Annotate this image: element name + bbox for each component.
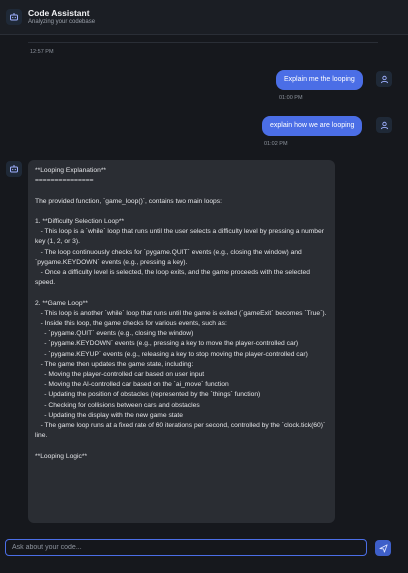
user-avatar-icon <box>376 71 392 87</box>
chat-header: Code Assistant Analyzing your codebase <box>0 0 408 35</box>
prev-timestamp: 12:57 PM <box>30 49 54 55</box>
send-button[interactable] <box>375 540 391 556</box>
user-avatar-icon <box>376 117 392 133</box>
user-message-2-timestamp: 01:02 PM <box>264 141 288 147</box>
user-message-1: Explain me the looping <box>276 70 363 90</box>
user-message-2: explain how we are looping <box>262 116 363 136</box>
app-subtitle: Analyzing your codebase <box>28 19 96 25</box>
assistant-message-text: **Looping Explanation** =============== … <box>35 167 327 460</box>
assistant-message: **Looping Explanation** =============== … <box>28 160 335 523</box>
bot-icon <box>6 9 22 25</box>
app-title: Code Assistant <box>28 8 90 18</box>
previous-message-edge <box>28 42 378 43</box>
user-message-1-timestamp: 01:00 PM <box>279 95 303 101</box>
send-icon <box>378 543 388 553</box>
bot-avatar-icon <box>6 161 22 177</box>
chat-input[interactable] <box>5 539 367 556</box>
